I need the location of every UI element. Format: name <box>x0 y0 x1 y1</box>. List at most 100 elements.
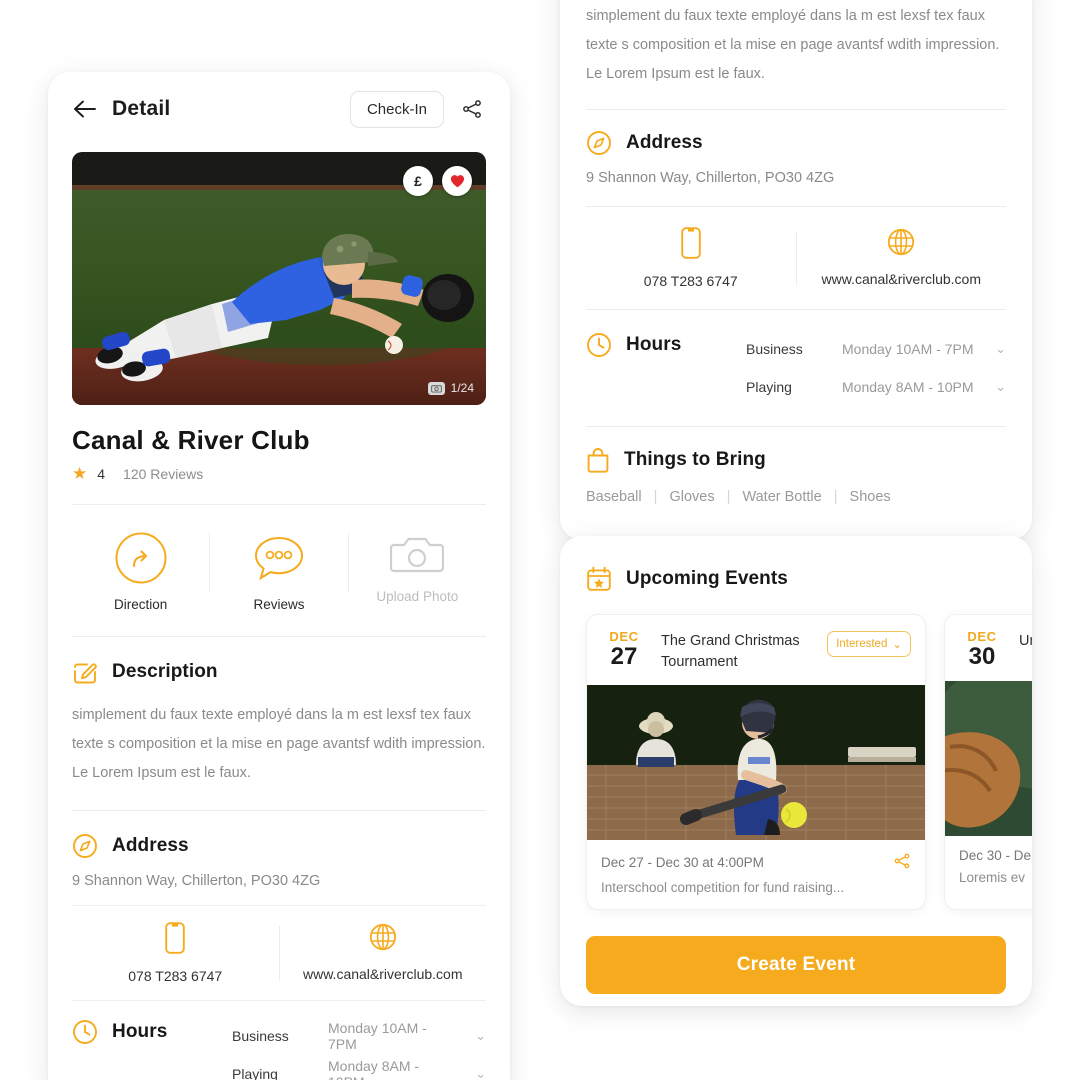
hours-value: Monday 8AM - 10PM <box>842 379 977 395</box>
hours-kind-label: Playing <box>232 1066 310 1080</box>
website-url: www.canal&riverclub.com <box>822 271 982 287</box>
venue-detail-card: Detail Check-In <box>48 72 510 1080</box>
phone-contact[interactable]: 078 T283 6747 <box>72 922 279 984</box>
hours-kind-label: Playing <box>746 379 824 395</box>
chevron-down-icon: ⌄ <box>892 637 902 651</box>
event-illustration <box>587 685 925 840</box>
reviews-action[interactable]: Reviews <box>210 527 347 614</box>
separator: | <box>727 489 731 505</box>
separator: | <box>654 489 658 505</box>
event-name: Urb <box>1019 629 1032 652</box>
address-line: 9 Shannon Way, Chillerton, PO30 4ZG <box>72 873 486 889</box>
phone-number: 078 T283 6747 <box>128 968 222 984</box>
event-image[interactable] <box>587 685 925 840</box>
divider <box>586 206 1006 207</box>
event-image[interactable] <box>945 681 1032 836</box>
event-footer: Dec 30 - De Loremis ev <box>945 836 1032 899</box>
upcoming-events-header: Upcoming Events <box>586 566 1006 592</box>
chevron-down-icon[interactable]: ⌄ <box>475 1028 486 1044</box>
direction-label: Direction <box>114 597 167 612</box>
back-arrow-icon[interactable] <box>72 96 98 122</box>
rating-row: ★ 4 120 Reviews <box>72 465 486 482</box>
price-badge[interactable]: £ <box>403 166 433 196</box>
hours-header: Hours <box>586 330 746 358</box>
clock-icon <box>586 332 612 358</box>
divider <box>586 109 1006 110</box>
contact-row: 078 T283 6747 www.canal&riverclub.com <box>586 227 1006 289</box>
hours-value: Monday 10AM - 7PM <box>842 341 977 357</box>
check-in-button[interactable]: Check-In <box>350 91 444 128</box>
description-body: simplement du faux texte employé dans la… <box>72 701 486 788</box>
divider <box>72 1000 486 1001</box>
event-card[interactable]: DEC 30 Urb <box>944 614 1032 910</box>
hours-kind-label: Business <box>232 1028 310 1044</box>
hours-section: Hours Business Monday 10AM - 7PM ⌄ Playi… <box>72 1017 486 1080</box>
event-month: DEC <box>601 629 647 644</box>
upload-photo-label: Upload Photo <box>376 589 458 604</box>
hours-row-business: Business Monday 10AM - 7PM ⌄ <box>232 1017 486 1055</box>
description-body: simplement du faux texte employé dans la… <box>586 2 1006 89</box>
event-when: Dec 27 - Dec 30 at 4:00PM <box>601 855 764 870</box>
hours-row-business: Business Monday 10AM - 7PM ⌄ <box>746 330 1006 368</box>
hours-title: Hours <box>626 334 681 356</box>
event-when-row: Dec 27 - Dec 30 at 4:00PM <box>601 852 911 873</box>
event-footer: Dec 27 - Dec 30 at 4:00PM Interschool co… <box>587 840 925 909</box>
upload-photo-action[interactable]: Upload Photo <box>349 527 486 614</box>
divider <box>586 426 1006 427</box>
venue-info-card: simplement du faux texte employé dans la… <box>560 0 1032 540</box>
star-icon: ★ <box>72 465 87 482</box>
event-when-row: Dec 30 - De <box>959 848 1032 863</box>
clock-icon <box>72 1019 98 1045</box>
calendar-star-icon <box>586 566 612 592</box>
divider <box>72 636 486 637</box>
events-carousel[interactable]: DEC 27 The Grand Christmas Tournament In… <box>586 614 1032 910</box>
address-line: 9 Shannon Way, Chillerton, PO30 4ZG <box>586 170 1006 186</box>
event-date: DEC 30 <box>959 629 1005 669</box>
phone-number: 078 T283 6747 <box>644 273 738 289</box>
event-illustration <box>945 681 1032 836</box>
hours-header: Hours <box>72 1017 232 1045</box>
direction-action[interactable]: Direction <box>72 527 209 614</box>
hours-rows: Business Monday 10AM - 7PM ⌄ Playing Mon… <box>746 330 1006 406</box>
website-contact[interactable]: www.canal&riverclub.com <box>797 227 1007 289</box>
share-icon[interactable] <box>458 95 486 123</box>
share-icon[interactable] <box>893 852 911 873</box>
hours-section: Hours Business Monday 10AM - 7PM ⌄ Playi… <box>586 330 1006 406</box>
chevron-down-icon[interactable]: ⌄ <box>995 379 1006 395</box>
things-to-bring-header: Things to Bring <box>586 447 1006 473</box>
bring-item: Shoes <box>850 489 891 505</box>
divider <box>72 810 486 811</box>
rating-value: 4 <box>97 466 105 482</box>
hours-rows: Business Monday 10AM - 7PM ⌄ Playing Mon… <box>232 1017 486 1080</box>
bring-item: Gloves <box>669 489 714 505</box>
review-count[interactable]: 120 Reviews <box>123 466 203 482</box>
address-title: Address <box>626 132 703 154</box>
screen-root: Detail Check-In <box>0 0 1080 1080</box>
chevron-down-icon[interactable]: ⌄ <box>475 1066 486 1080</box>
hero-image[interactable]: £ 1/24 <box>72 152 486 405</box>
address-header: Address <box>72 833 486 859</box>
compass-icon <box>72 833 98 859</box>
hours-value: Monday 8AM - 10PM <box>328 1058 457 1080</box>
event-description: Interschool competition for fund raising… <box>601 880 911 895</box>
heart-icon[interactable] <box>442 166 472 196</box>
address-header: Address <box>586 130 1006 156</box>
things-to-bring-list: Baseball | Gloves | Water Bottle | Shoes <box>586 489 1006 505</box>
reviews-label: Reviews <box>253 597 304 612</box>
bag-icon <box>586 447 610 473</box>
website-contact[interactable]: www.canal&riverclub.com <box>280 922 487 984</box>
description-title: Description <box>112 661 218 683</box>
camera-icon <box>390 531 444 577</box>
globe-icon <box>886 227 916 257</box>
event-card[interactable]: DEC 27 The Grand Christmas Tournament In… <box>586 614 926 910</box>
chevron-down-icon[interactable]: ⌄ <box>995 341 1006 357</box>
interested-label: Interested <box>836 638 887 650</box>
globe-icon <box>368 922 398 952</box>
event-header: DEC 30 Urb <box>945 615 1032 681</box>
website-url: www.canal&riverclub.com <box>303 966 463 982</box>
phone-contact[interactable]: 078 T283 6747 <box>586 227 796 289</box>
interested-dropdown[interactable]: Interested ⌄ <box>827 631 911 657</box>
create-event-button[interactable]: Create Event <box>586 936 1006 994</box>
hours-row-playing: Playing Monday 8AM - 10PM ⌄ <box>746 368 1006 406</box>
hero-action-pills: £ <box>403 166 472 196</box>
